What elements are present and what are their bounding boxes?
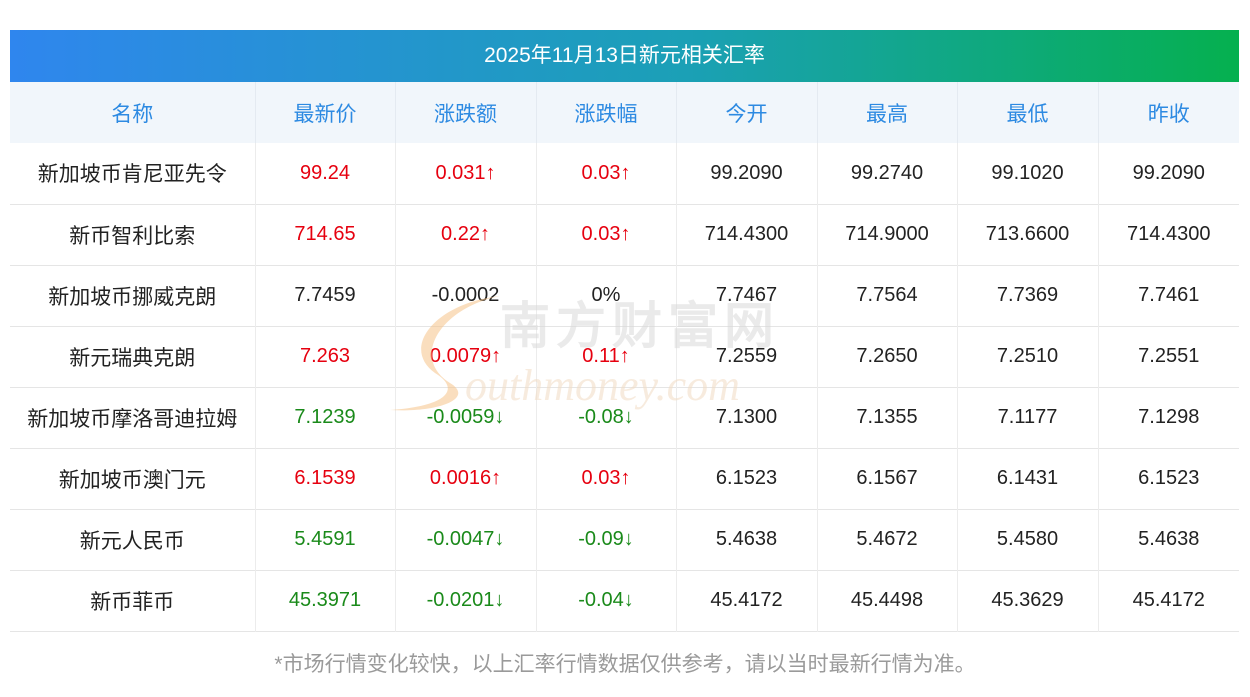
table-row: 新元瑞典克朗 7.263 0.0079↑ 0.11↑ 7.2559 7.2650 7.251…: [10, 326, 1239, 387]
cell-change-pct: -0.08↓: [536, 387, 677, 448]
header-latest: 最新价: [255, 82, 396, 143]
cell-high: 7.7564: [817, 265, 958, 326]
cell-high: 5.4672: [817, 509, 958, 570]
table-row: 新币智利比索 714.65 0.22↑ 0.03↑ 714.4300 714.9000 71…: [10, 204, 1239, 265]
header-change-pct: 涨跌幅: [536, 82, 677, 143]
cell-change: -0.0047↓: [395, 509, 537, 570]
cell-change-pct: 0.03↑: [536, 204, 677, 265]
cell-name: 新币智利比索: [10, 204, 256, 265]
cell-latest: 6.1539: [255, 448, 396, 509]
cell-latest: 7.263: [255, 326, 396, 387]
cell-open: 7.7467: [676, 265, 818, 326]
cell-low: 7.7369: [957, 265, 1099, 326]
cell-latest: 99.24: [255, 143, 396, 204]
cell-change: -0.0059↓: [395, 387, 537, 448]
rate-table-container: 2025年11月13日新元相关汇率 名称 最新价 涨跌额 涨跌幅 今开 最高 最…: [10, 30, 1239, 632]
cell-open: 45.4172: [676, 570, 818, 631]
cell-change-pct: -0.09↓: [536, 509, 677, 570]
cell-prev-close: 7.1298: [1138, 406, 1200, 428]
cell-change: 0.22↑: [395, 204, 537, 265]
cell-latest: 5.4591: [255, 509, 396, 570]
cell-high: 45.4498: [817, 570, 958, 631]
cell-low: 99.1020: [957, 143, 1099, 204]
header-name: 名称: [10, 82, 256, 143]
exchange-rate-table: 名称 最新价 涨跌额 涨跌幅 今开 最高 最低 昨收 新加坡币肯尼亚先令 99.2…: [10, 82, 1239, 632]
cell-latest: 7.7459: [255, 265, 396, 326]
table-row: 新加坡币澳门元 6.1539 0.0016↑ 0.03↑ 6.1523 6.1567 6.1…: [10, 448, 1239, 509]
header-high: 最高: [817, 82, 958, 143]
cell-latest: 45.3971: [255, 570, 396, 631]
cell-change-pct: -0.04↓: [536, 570, 677, 631]
cell-prev-close: 714.4300: [1127, 223, 1211, 245]
cell-open: 99.2090: [676, 143, 818, 204]
cell-prev-close: 7.7461: [1138, 284, 1200, 306]
cell-name: 新元瑞典克朗: [10, 326, 256, 387]
cell-open: 7.1300: [676, 387, 818, 448]
header-low: 最低: [957, 82, 1099, 143]
cell-change: -0.0002: [395, 265, 537, 326]
cell-open: 714.4300: [676, 204, 818, 265]
cell-name: 新加坡币澳门元: [10, 448, 256, 509]
cell-low: 7.2510: [957, 326, 1099, 387]
cell-high: 99.2740: [817, 143, 958, 204]
table-row: 新加坡币肯尼亚先令 99.24 0.031↑ 0.03↑ 99.2090 99.2740 9…: [10, 143, 1239, 204]
cell-prev-close: 45.4172: [1132, 589, 1205, 611]
cell-change-pct: 0.03↑: [536, 143, 677, 204]
cell-name: 新加坡币挪威克朗: [10, 265, 256, 326]
cell-open: 5.4638: [676, 509, 818, 570]
table-row: 新元人民币 5.4591 -0.0047↓ -0.09↓ 5.4638 5.4672 5.4…: [10, 509, 1239, 570]
cell-high: 7.2650: [817, 326, 958, 387]
cell-high: 714.9000: [817, 204, 958, 265]
header-change: 涨跌额: [395, 82, 537, 143]
cell-name: 新加坡币肯尼亚先令: [10, 143, 256, 204]
table-row: 新加坡币摩洛哥迪拉姆 7.1239 -0.0059↓ -0.08↓ 7.1300 7.13…: [10, 387, 1239, 448]
cell-change: 0.0079↑: [395, 326, 537, 387]
table-title: 2025年11月13日新元相关汇率: [10, 30, 1239, 82]
cell-change: 0.031↑: [395, 143, 537, 204]
cell-low: 6.1431: [957, 448, 1099, 509]
cell-low: 7.1177: [957, 387, 1099, 448]
cell-name: 新币菲币: [10, 570, 256, 631]
cell-change: 0.0016↑: [395, 448, 537, 509]
cell-latest: 714.65: [255, 204, 396, 265]
table-row: 新币菲币 45.3971 -0.0201↓ -0.04↓ 45.4172 45.4498 4…: [10, 570, 1239, 631]
cell-change-pct: 0.03↑: [536, 448, 677, 509]
cell-name: 新元人民币: [10, 509, 256, 570]
cell-change-pct: 0.11↑: [536, 326, 677, 387]
table-header-row: 名称 最新价 涨跌额 涨跌幅 今开 最高 最低 昨收: [10, 82, 1239, 143]
table-row: 新加坡币挪威克朗 7.7459 -0.0002 0% 7.7467 7.7564 7.736…: [10, 265, 1239, 326]
cell-latest: 7.1239: [255, 387, 396, 448]
cell-change: -0.0201↓: [395, 570, 537, 631]
cell-name: 新加坡币摩洛哥迪拉姆: [10, 387, 256, 448]
cell-low: 45.3629: [957, 570, 1099, 631]
cell-prev-close: 5.4638: [1138, 528, 1200, 550]
cell-prev-close: 6.1523: [1138, 467, 1200, 489]
cell-low: 713.6600: [957, 204, 1099, 265]
cell-open: 6.1523: [676, 448, 818, 509]
cell-prev-close: 7.2551: [1138, 345, 1200, 367]
cell-prev-close: 99.2090: [1132, 161, 1205, 184]
cell-low: 5.4580: [957, 509, 1099, 570]
disclaimer-note: *市场行情变化较快，以上汇率行情数据仅供参考，请以当时最新行情为准。: [274, 653, 976, 676]
header-open: 今开: [676, 82, 818, 143]
cell-change-pct: 0%: [536, 265, 677, 326]
header-prev-close: 昨收: [1147, 102, 1190, 126]
cell-high: 7.1355: [817, 387, 958, 448]
cell-open: 7.2559: [676, 326, 818, 387]
cell-high: 6.1567: [817, 448, 958, 509]
